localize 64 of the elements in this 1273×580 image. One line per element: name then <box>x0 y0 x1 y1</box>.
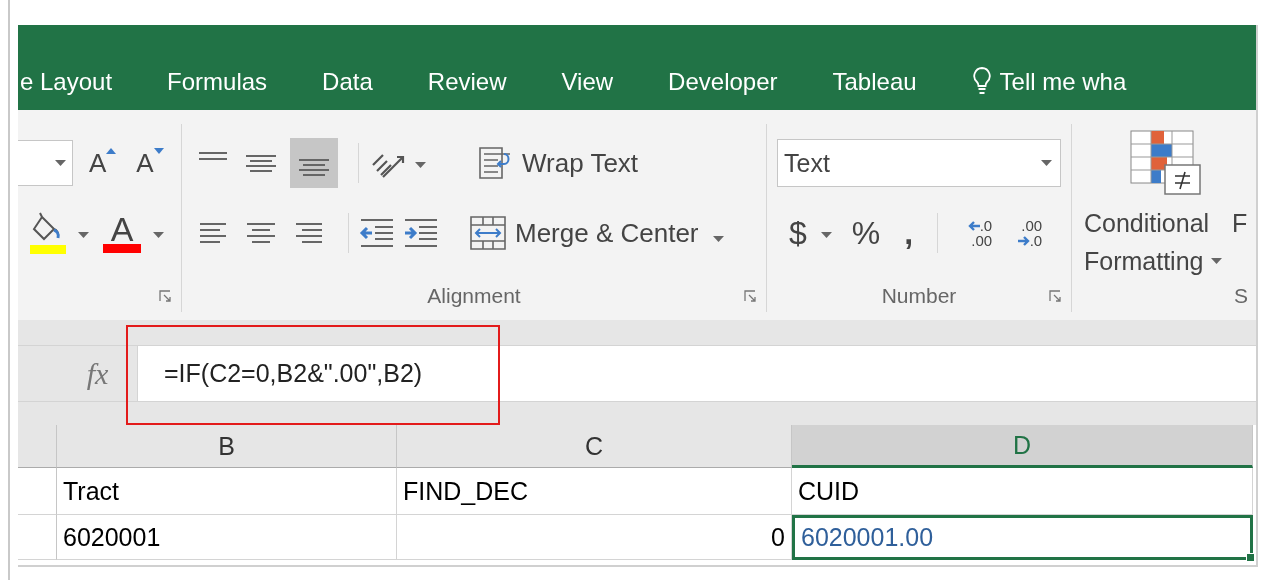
arrow-left-icon <box>967 221 980 231</box>
ribbon-tab[interactable]: Developer <box>668 68 778 96</box>
ribbon-tab[interactable]: Data <box>322 68 373 96</box>
table-cell: 0 <box>397 515 792 560</box>
dialog-launcher-icon[interactable] <box>159 290 171 302</box>
decrease-indent-icon[interactable] <box>359 218 395 248</box>
group-label: S <box>1234 284 1248 308</box>
align-bottom-button[interactable] <box>290 138 338 188</box>
caret-icon <box>415 162 426 168</box>
decrease-decimal-button[interactable]: .00 .0 <box>1006 218 1043 248</box>
group-label: Number <box>881 284 957 308</box>
arrow-right-icon <box>1017 236 1030 246</box>
table-cell: Tract <box>57 468 397 515</box>
ribbon-tab[interactable]: Tableau <box>832 68 917 96</box>
caret-icon <box>712 235 724 242</box>
dialog-launcher-icon[interactable] <box>1049 290 1061 302</box>
ribbon-tab[interactable]: View <box>561 68 614 96</box>
column-header[interactable]: B <box>57 425 397 468</box>
align-center-icon <box>247 223 275 243</box>
paint-bucket-icon[interactable] <box>28 211 68 255</box>
number-format-dropdown[interactable]: Text <box>777 139 1061 187</box>
increase-decimal-button[interactable]: .0 .00 <box>956 218 993 248</box>
shrink-font-button[interactable]: A <box>136 147 164 179</box>
caret-icon <box>1041 160 1052 166</box>
align-bottom-icon <box>299 158 329 176</box>
caret-icon <box>55 160 66 166</box>
align-left-icon <box>200 223 226 243</box>
insert-function-button[interactable]: fx <box>58 346 137 401</box>
percent-button[interactable]: % <box>851 214 881 252</box>
conditional-formatting-button[interactable]: Conditional Formatting <box>1084 204 1223 280</box>
caret-icon <box>1211 258 1223 264</box>
currency-button[interactable]: $ <box>789 214 807 252</box>
ribbon-tab[interactable]: Review <box>427 68 507 96</box>
dialog-launcher-icon[interactable] <box>744 290 756 302</box>
arrow-down-icon <box>153 147 164 154</box>
caret-icon <box>153 232 164 238</box>
group-label: Alignment <box>427 284 521 308</box>
ribbon-tab[interactable]: e Layout <box>20 68 113 96</box>
merge-center-button[interactable]: Merge & Center <box>469 215 724 251</box>
align-right-icon <box>296 223 322 243</box>
caret-icon <box>820 232 832 238</box>
lightbulb-icon <box>971 66 992 96</box>
formula-field[interactable]: =IF(C2=0,B2&".00",B2) <box>137 346 1256 401</box>
ribbon-tab[interactable]: Formulas <box>167 68 268 96</box>
table-cell: CUID <box>792 468 1253 515</box>
align-middle-icon <box>246 154 276 172</box>
grow-font-button[interactable]: A <box>89 147 117 179</box>
table-cell: FIND_DEC <box>397 468 792 515</box>
table-cell: 6020001.00 <box>792 515 1253 560</box>
table-cell: 6020001 <box>57 515 397 560</box>
caret-icon <box>78 232 89 238</box>
font-color-button[interactable]: A <box>103 213 141 253</box>
arrow-up-icon <box>106 147 117 154</box>
column-header[interactable]: C <box>397 425 792 468</box>
tell-me-search[interactable]: Tell me wha <box>999 68 1127 96</box>
align-top-icon <box>199 152 227 160</box>
comma-style-button[interactable]: , <box>904 214 914 252</box>
conditional-formatting-icon <box>1130 130 1202 196</box>
wrap-text-button[interactable]: Wrap Text <box>478 146 639 180</box>
increase-indent-icon[interactable] <box>403 218 439 248</box>
ribbon-button[interactable]: F <box>1232 204 1248 242</box>
column-header[interactable]: D <box>792 425 1253 468</box>
fill-handle[interactable] <box>1246 553 1255 562</box>
merge-cells-icon <box>469 215 507 251</box>
